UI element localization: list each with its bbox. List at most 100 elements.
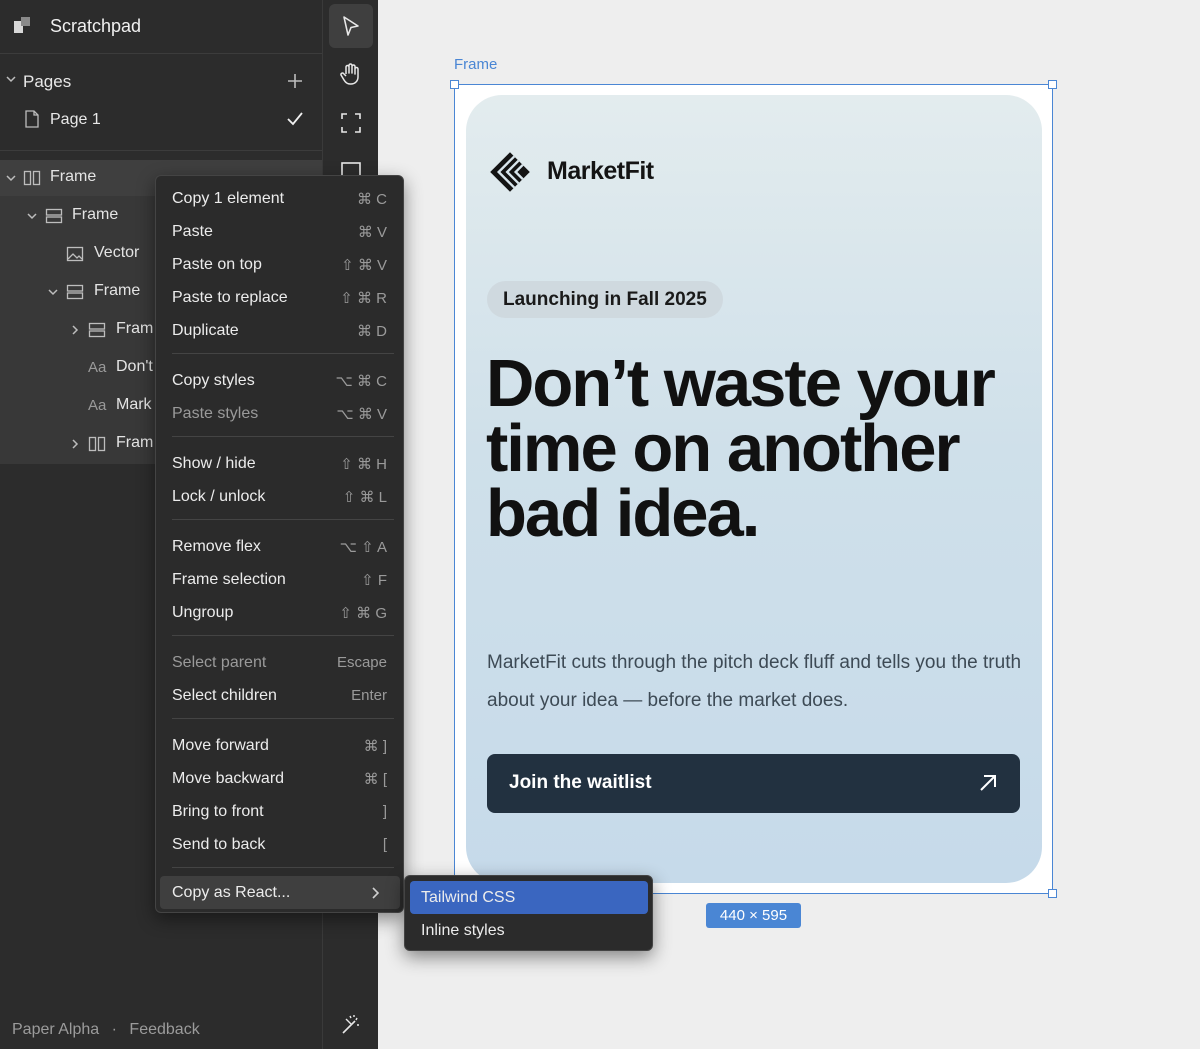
menu-item-shortcut: ⌘ C <box>357 191 387 208</box>
menu-item-select-parent[interactable]: Select parent Escape <box>160 646 400 679</box>
launch-badge: Launching in Fall 2025 <box>487 281 723 318</box>
brand-name: MarketFit <box>547 157 654 185</box>
brand-mark-icon <box>490 152 530 192</box>
menu-item-inline-styles[interactable]: Inline styles <box>410 914 648 947</box>
chevron-down-icon[interactable] <box>4 171 18 185</box>
menu-item-copy-as-react[interactable]: Copy as React... <box>160 876 400 909</box>
menu-item-label: Frame selection <box>172 571 286 588</box>
frame-rows-icon <box>66 284 84 300</box>
menu-item-label: Bring to front <box>172 803 264 820</box>
menu-separator <box>172 436 394 437</box>
chevron-down-icon[interactable] <box>25 209 39 223</box>
menu-item-label: Send to back <box>172 836 266 853</box>
menu-item-shortcut: [ <box>382 836 387 853</box>
frame-columns-icon <box>88 436 106 452</box>
menu-item-shortcut: ⌥ ⌘ V <box>336 406 387 423</box>
menu-item-copy[interactable]: Copy 1 element ⌘ C <box>160 182 400 215</box>
text-type-icon: Aa <box>88 359 107 376</box>
menu-item-label: Paste styles <box>172 405 259 422</box>
hand-icon <box>340 63 359 85</box>
chevron-down-icon[interactable] <box>46 285 60 299</box>
menu-item-bring-to-front[interactable]: Bring to front] <box>160 795 400 828</box>
menu-item-paste-styles[interactable]: Paste styles ⌥ ⌘ V <box>160 397 400 430</box>
chevron-down-icon[interactable] <box>4 72 18 86</box>
app-logo-icon[interactable] <box>12 15 32 35</box>
menu-item-label: Copy 1 element <box>172 190 285 207</box>
layer-label: Fram <box>116 434 154 451</box>
menu-item-frame-selection[interactable]: Frame selection ⇧ F <box>160 563 400 596</box>
menu-item-move-backward[interactable]: Move backward ⌘ [ <box>160 762 400 795</box>
menu-item-lock-unlock[interactable]: Lock / unlock ⇧ ⌘ L <box>160 480 400 513</box>
magic-tool-button[interactable] <box>329 1003 373 1047</box>
menu-item-remove-flex[interactable]: Remove flex ⌥ ⇧ A <box>160 530 400 563</box>
menu-item-label: Select children <box>172 687 277 704</box>
menu-item-tailwind-css[interactable]: Tailwind CSS <box>410 881 648 914</box>
layer-label: Vector <box>94 244 140 261</box>
menu-separator <box>172 519 394 520</box>
chevron-right-icon[interactable] <box>68 323 82 337</box>
menu-item-shortcut: ⌘ D <box>357 323 387 340</box>
resize-handle-top-right[interactable] <box>1048 80 1057 89</box>
frame-tool-button[interactable] <box>329 101 373 145</box>
menu-item-label: Show / hide <box>172 455 256 472</box>
menu-item-shortcut: ⌥ ⌘ C <box>335 373 387 390</box>
pages-section-header[interactable]: Pages <box>0 64 322 100</box>
menu-item-ungroup[interactable]: Ungroup ⇧ ⌘ G <box>160 596 400 629</box>
layer-label: Frame <box>94 282 141 299</box>
chevron-right-icon <box>372 887 380 899</box>
menu-item-shortcut: ⇧ ⌘ H <box>340 456 387 473</box>
menu-item-shortcut: ⇧ F <box>361 572 387 589</box>
app-title: Scratchpad <box>50 16 142 36</box>
menu-item-paste-to-replace[interactable]: Paste to replace ⇧ ⌘ R <box>160 281 400 314</box>
menu-item-copy-styles[interactable]: Copy styles ⌥ ⌘ C <box>160 364 400 397</box>
menu-item-show-hide[interactable]: Show / hide ⇧ ⌘ H <box>160 447 400 480</box>
context-menu: Copy 1 element ⌘ C Paste ⌘ V Paste on top ⇧… <box>155 175 404 913</box>
image-icon <box>66 246 84 262</box>
page-item-page-1[interactable]: Page 1 <box>0 102 322 138</box>
join-waitlist-button[interactable]: Join the waitlist <box>487 754 1020 813</box>
layer-label: Mark <box>116 396 152 413</box>
menu-item-shortcut: Escape <box>336 654 387 671</box>
app-header: Scratchpad <box>0 0 322 54</box>
chevron-right-icon[interactable] <box>68 437 82 451</box>
footer-separator: · <box>111 1021 117 1038</box>
menu-item-select-children[interactable]: Select children Enter <box>160 679 400 712</box>
landing-card[interactable]: MarketFit Launching in Fall 2025 Don’t w… <box>466 95 1042 883</box>
cursor-arrow-icon <box>343 16 359 36</box>
menu-item-label: Tailwind CSS <box>421 889 516 906</box>
menu-item-label: Duplicate <box>172 322 239 339</box>
copy-as-react-submenu: Tailwind CSS Inline styles <box>404 875 653 951</box>
layer-label: Fram <box>116 320 154 337</box>
text-type-icon: Aa <box>88 397 107 414</box>
frame-dimensions-badge: 440 × 595 <box>706 903 801 928</box>
menu-item-send-to-back[interactable]: Send to back [ <box>160 828 400 861</box>
magic-wand-icon <box>342 1015 359 1034</box>
frame-name-label[interactable]: Frame <box>454 56 497 73</box>
sidebar-divider <box>0 150 322 151</box>
checkmark-icon <box>287 112 303 126</box>
menu-item-label: Paste on top <box>172 256 262 273</box>
page-document-icon <box>25 110 39 128</box>
menu-item-label: Paste to replace <box>172 289 288 306</box>
menu-item-shortcut: ⌥ ⇧ A <box>339 539 387 556</box>
hand-tool-button[interactable] <box>329 52 373 96</box>
resize-handle-bottom-right[interactable] <box>1048 889 1057 898</box>
cta-label: Join the waitlist <box>509 772 652 793</box>
menu-item-move-forward[interactable]: Move forward ⌘ ] <box>160 729 400 762</box>
product-name: Paper Alpha <box>12 1021 100 1038</box>
menu-item-label: Lock / unlock <box>172 488 266 505</box>
menu-item-shortcut: Enter <box>351 687 387 704</box>
sidebar-footer: Paper Alpha · Feedback <box>12 1021 208 1039</box>
menu-item-shortcut: ⌘ ] <box>363 738 387 755</box>
add-page-icon[interactable] <box>283 69 307 93</box>
menu-item-duplicate[interactable]: Duplicate ⌘ D <box>160 314 400 347</box>
resize-handle-top-left[interactable] <box>450 80 459 89</box>
menu-item-paste-on-top[interactable]: Paste on top ⇧ ⌘ V <box>160 248 400 281</box>
select-tool-button[interactable] <box>329 4 373 48</box>
menu-item-label: Select parent <box>172 654 267 671</box>
menu-item-shortcut: ⇧ ⌘ L <box>342 489 387 506</box>
menu-item-paste[interactable]: Paste ⌘ V <box>160 215 400 248</box>
feedback-link[interactable]: Feedback <box>129 1021 199 1038</box>
layer-label: Frame <box>72 206 119 223</box>
menu-item-label: Ungroup <box>172 604 234 621</box>
